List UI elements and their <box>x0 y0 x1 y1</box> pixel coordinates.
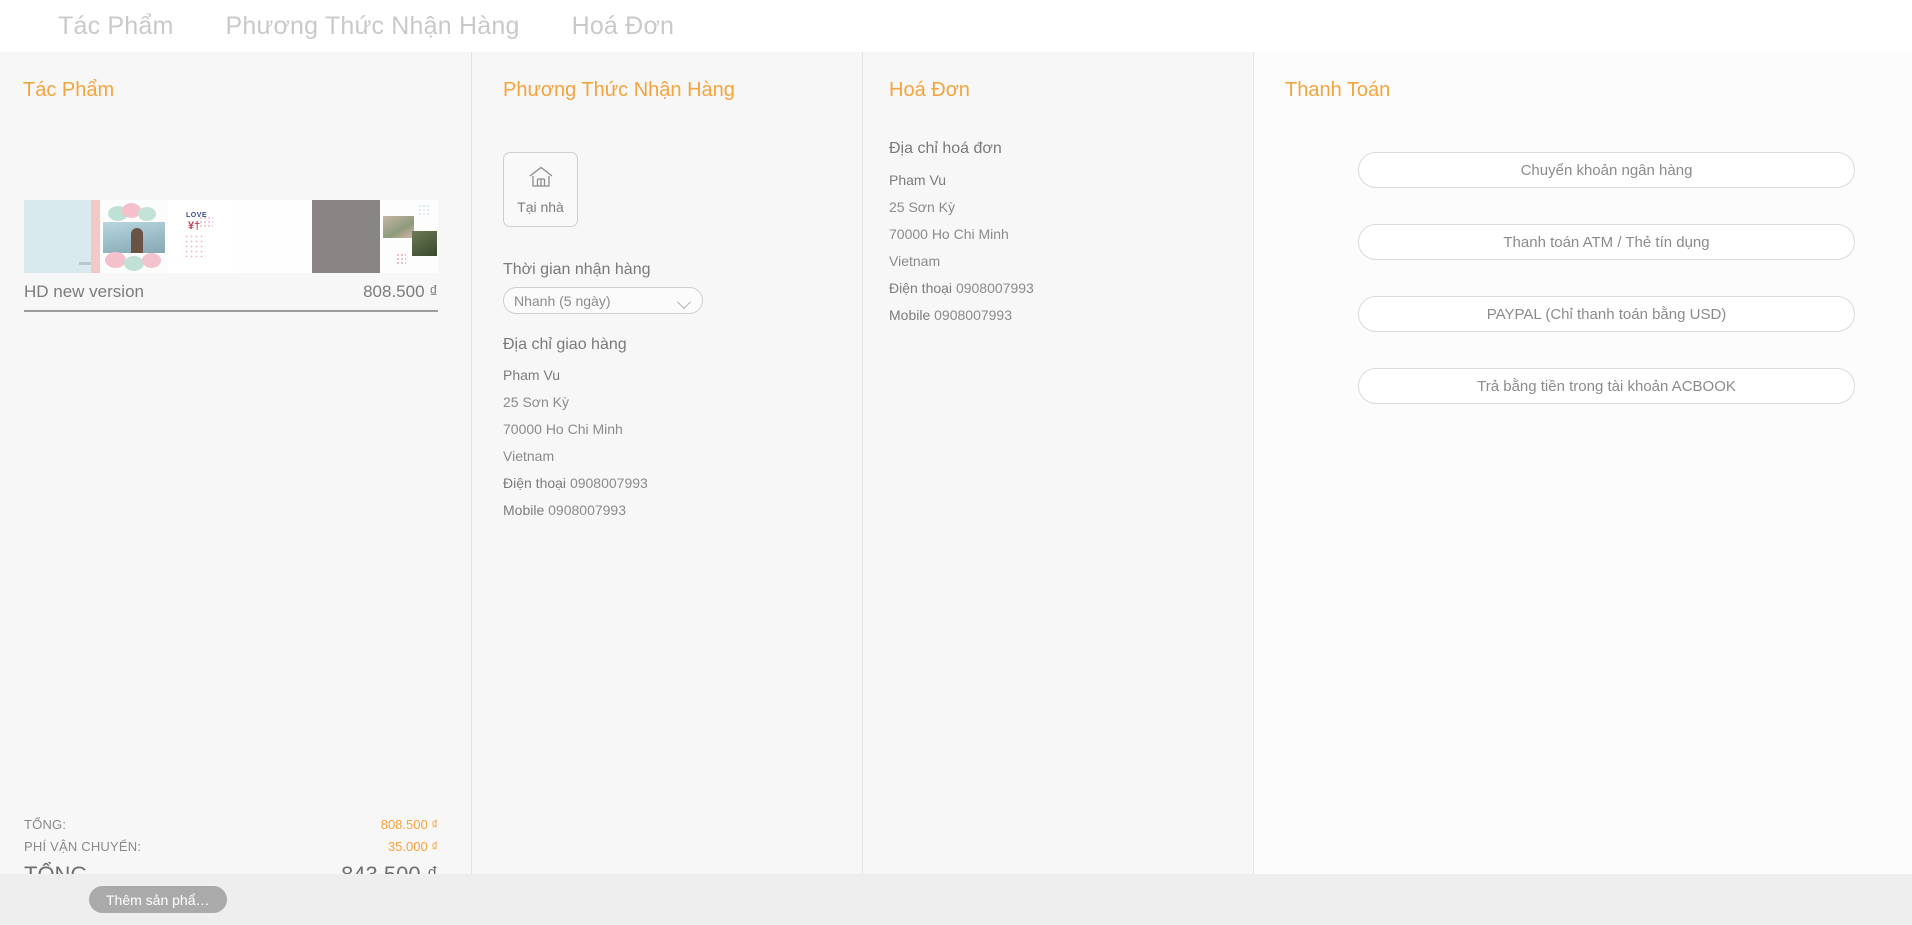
bottom-bar: Thêm sản phẩ… <box>0 874 1912 925</box>
address-line: Vietnam <box>889 253 941 269</box>
checkout-columns: Tác Phẩm LOVE ¥† HD new version 808.500 ₫ <box>0 52 1912 887</box>
billing-phone-label: Điện thoại <box>889 280 953 296</box>
address-line: 70000 Ho Chi Minh <box>889 226 1009 242</box>
product-thumbnail[interactable] <box>24 200 100 273</box>
billing-phone-value: 0908007993 <box>955 280 1034 296</box>
address-line: Pham Vu <box>889 172 947 188</box>
invoice-heading: Hoá Đơn <box>889 79 970 101</box>
shipping-method-label: Tại nhà <box>517 198 564 215</box>
billing-mobile-row: Mobile 0908007993 <box>889 307 1034 323</box>
product-thumbnail[interactable]: LOVE ¥† <box>168 200 238 273</box>
address-line: 25 Sơn Kỳ <box>889 199 955 215</box>
shipping-address-label: Địa chỉ giao hàng <box>503 336 627 353</box>
shipping-fee-label: PHÍ VẬN CHUYỂN: <box>24 839 142 854</box>
shipping-column: Phương Thức Nhận Hàng Tại nhà Thời gian … <box>472 52 862 874</box>
product-thumbnail[interactable] <box>100 200 168 273</box>
subtotal-row: TỔNG: 808.500 ₫ <box>24 817 438 832</box>
shipping-heading: Phương Thức Nhận Hàng <box>503 79 735 101</box>
product-thumbnail[interactable] <box>312 200 380 273</box>
tab-bar: Tác Phẩm Phương Thức Nhận Hàng Hoá Đơn <box>0 0 1912 52</box>
product-thumbnail[interactable] <box>238 200 312 273</box>
products-column: Tác Phẩm LOVE ¥† HD new version 808.500 ₫ <box>0 52 471 887</box>
payment-option-acbook-balance[interactable]: Trả bằng tiền trong tài khoản ACBOOK <box>1358 368 1855 404</box>
address-line: Pham Vu <box>503 367 561 383</box>
product-thumbnail[interactable] <box>380 200 438 273</box>
shipping-mobile-label: Mobile <box>503 502 545 518</box>
subtotal-value: 808.500 ₫ <box>380 817 438 832</box>
address-line: 70000 Ho Chi Minh <box>503 421 623 437</box>
tab-hoa-don[interactable]: Hoá Đơn <box>572 12 675 41</box>
shipping-fee-value: 35.000 ₫ <box>387 839 438 854</box>
payment-option-paypal[interactable]: PAYPAL (Chỉ thanh toán bằng USD) <box>1358 296 1855 332</box>
payment-options-list: Chuyển khoản ngân hàng Thanh toán ATM / … <box>1358 152 1855 440</box>
payment-column: Thanh Toán Chuyển khoản ngân hàng Thanh … <box>1254 52 1912 874</box>
tab-tac-pham[interactable]: Tác Phẩm <box>58 12 174 41</box>
billing-address-label: Địa chỉ hoá đơn <box>889 140 1002 157</box>
payment-heading: Thanh Toán <box>1285 79 1391 101</box>
products-heading: Tác Phẩm <box>23 79 115 101</box>
billing-address-block: Pham Vu 25 Sơn Kỳ 70000 Ho Chi Minh Viet… <box>889 172 1034 334</box>
product-divider <box>24 310 438 312</box>
shipping-phone-value: 0908007993 <box>569 475 648 491</box>
payment-option-bank-transfer[interactable]: Chuyển khoản ngân hàng <box>1358 152 1855 188</box>
payment-option-atm-credit-card[interactable]: Thanh toán ATM / Thẻ tín dụng <box>1358 224 1855 260</box>
product-name: HD new version <box>24 282 144 301</box>
address-line: Vietnam <box>503 448 555 464</box>
address-line: 25 Sơn Kỳ <box>503 394 569 410</box>
shipping-method-home[interactable]: Tại nhà <box>503 152 578 227</box>
shipping-phone-row: Điện thoại 0908007993 <box>503 475 648 491</box>
pickup-time-select[interactable]: Nhanh (5 ngày) <box>503 287 703 314</box>
chevron-down-icon <box>678 297 692 305</box>
shipping-phone-label: Điện thoại <box>503 475 567 491</box>
shipping-mobile-value: 0908007993 <box>548 502 627 518</box>
home-icon <box>528 165 554 194</box>
tab-phuong-thuc-nhan-hang[interactable]: Phương Thức Nhận Hàng <box>226 12 520 41</box>
billing-mobile-value: 0908007993 <box>934 307 1013 323</box>
product-price: 808.500 ₫ <box>363 282 438 301</box>
shipping-fee-row: PHÍ VẬN CHUYỂN: 35.000 ₫ <box>24 839 438 854</box>
pickup-time-value: Nhanh (5 ngày) <box>514 292 611 309</box>
subtotal-label: TỔNG: <box>24 817 67 832</box>
invoice-column: Hoá Đơn Địa chỉ hoá đơn Pham Vu 25 Sơn K… <box>863 52 1253 874</box>
billing-mobile-label: Mobile <box>889 307 931 323</box>
product-thumbnail-strip[interactable]: LOVE ¥† <box>24 200 438 273</box>
pickup-time-label: Thời gian nhận hàng <box>503 261 651 278</box>
add-product-button[interactable]: Thêm sản phẩ… <box>89 886 227 913</box>
shipping-address-block: Pham Vu 25 Sơn Kỳ 70000 Ho Chi Minh Viet… <box>503 367 648 529</box>
billing-phone-row: Điện thoại 0908007993 <box>889 280 1034 296</box>
shipping-mobile-row: Mobile 0908007993 <box>503 502 648 518</box>
product-line-item: HD new version 808.500 ₫ <box>24 282 438 302</box>
